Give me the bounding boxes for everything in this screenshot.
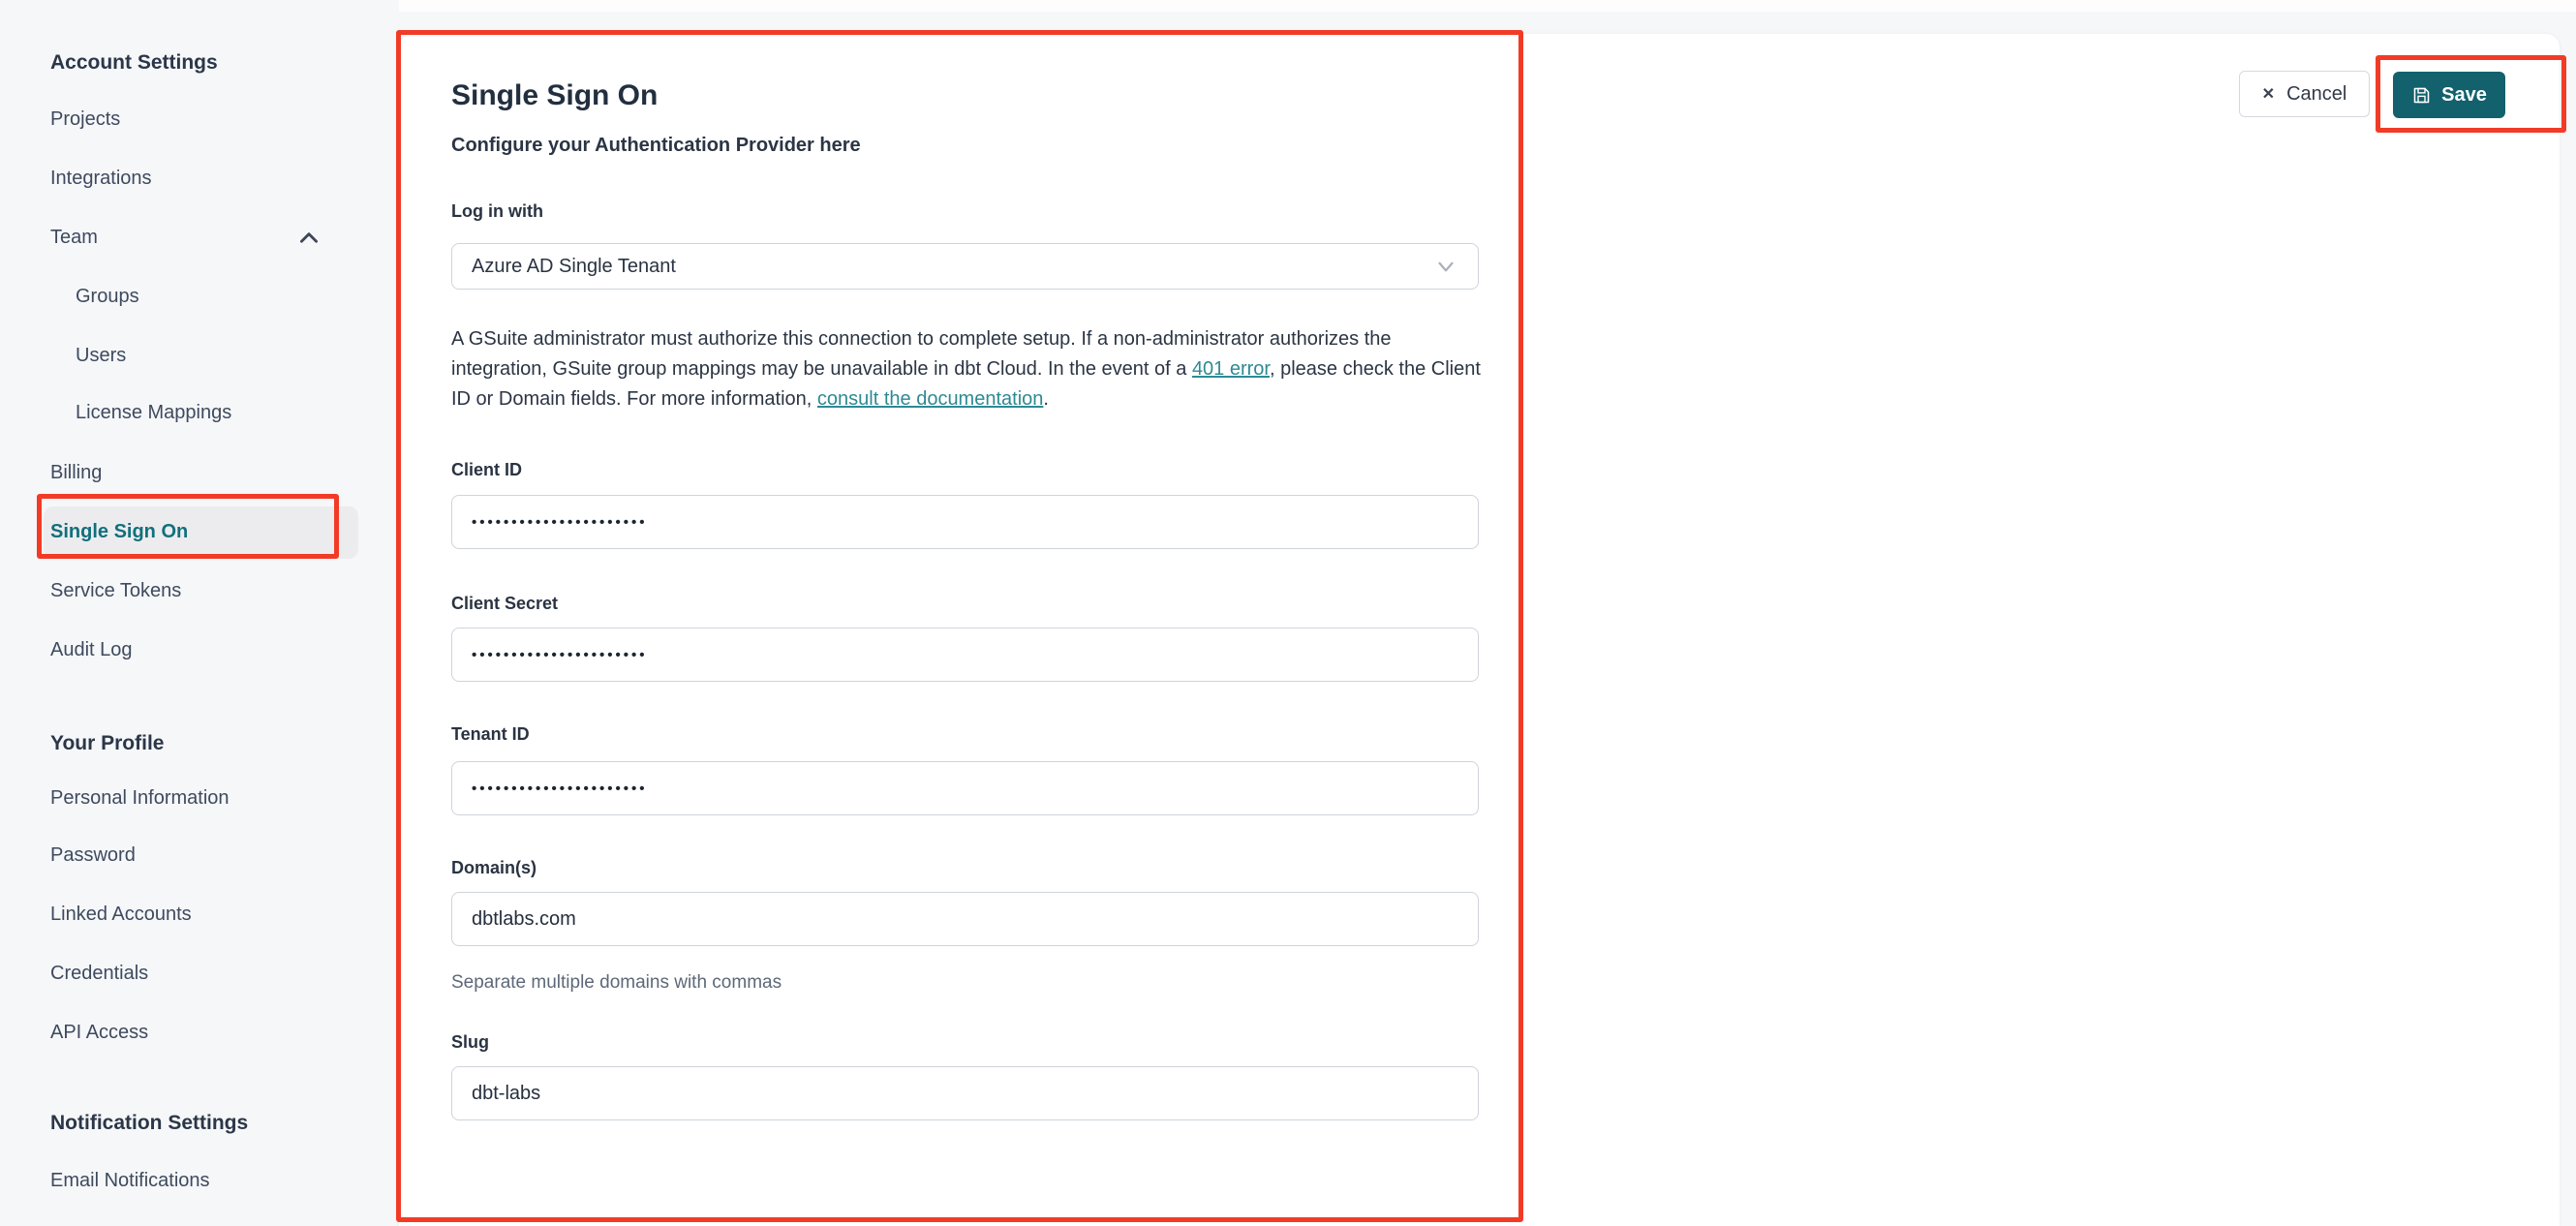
sidebar-header-notification-settings: Notification Settings — [50, 1112, 249, 1134]
sidebar-item-api-access[interactable]: API Access — [50, 1022, 148, 1044]
sidebar-item-license-mappings[interactable]: License Mappings — [76, 402, 231, 424]
sidebar-header-your-profile: Your Profile — [50, 732, 165, 754]
link-consult-documentation[interactable]: consult the documentation — [817, 388, 1044, 410]
save-button-label: Save — [2441, 83, 2487, 106]
notice-text-3: . — [1043, 388, 1049, 410]
gsuite-notice-text: A GSuite administrator must authorize th… — [451, 324, 1489, 414]
sidebar-item-billing[interactable]: Billing — [50, 462, 102, 484]
client-secret-label: Client Secret — [451, 594, 559, 613]
chevron-up-icon[interactable] — [294, 226, 323, 251]
save-button[interactable]: Save — [2393, 72, 2505, 118]
cancel-button-label: Cancel — [2286, 82, 2347, 105]
domains-label: Domain(s) — [451, 858, 537, 877]
sidebar-header-account-settings: Account Settings — [50, 51, 218, 74]
cancel-button[interactable]: ✕ Cancel — [2239, 71, 2370, 117]
sidebar-item-projects[interactable]: Projects — [50, 108, 120, 131]
sidebar-item-email-notifications[interactable]: Email Notifications — [50, 1170, 210, 1192]
sidebar-item-integrations[interactable]: Integrations — [50, 168, 152, 190]
login-with-selected-value: Azure AD Single Tenant — [472, 255, 676, 277]
floppy-disk-icon — [2411, 85, 2432, 106]
page-title: Single Sign On — [451, 79, 659, 111]
client-id-input[interactable] — [451, 495, 1479, 549]
client-id-label: Client ID — [451, 460, 523, 479]
link-401-error[interactable]: 401 error — [1192, 358, 1270, 380]
sidebar-item-linked-accounts[interactable]: Linked Accounts — [50, 904, 192, 926]
close-icon: ✕ — [2261, 86, 2276, 103]
page-subtitle: Configure your Authentication Provider h… — [451, 135, 861, 156]
login-with-select[interactable]: Azure AD Single Tenant — [451, 243, 1479, 290]
sidebar-item-credentials[interactable]: Credentials — [50, 963, 148, 985]
sidebar-item-audit-log[interactable]: Audit Log — [50, 639, 133, 661]
client-secret-input[interactable] — [451, 628, 1479, 682]
sidebar-item-team[interactable]: Team — [50, 227, 98, 249]
sidebar-item-users[interactable]: Users — [76, 345, 126, 367]
slug-label: Slug — [451, 1032, 489, 1052]
sidebar-item-personal-information[interactable]: Personal Information — [50, 787, 230, 810]
domains-helper-text: Separate multiple domains with commas — [451, 972, 782, 993]
settings-sidebar: Account Settings Projects Integrations T… — [0, 0, 399, 1226]
domains-input[interactable] — [451, 892, 1479, 946]
sidebar-item-service-tokens[interactable]: Service Tokens — [50, 580, 181, 602]
top-strip — [399, 0, 2576, 12]
login-with-label: Log in with — [451, 201, 543, 221]
tenant-id-label: Tenant ID — [451, 724, 530, 744]
sidebar-item-password[interactable]: Password — [50, 844, 136, 867]
sidebar-item-single-sign-on[interactable]: Single Sign On — [50, 521, 188, 543]
tenant-id-input[interactable] — [451, 761, 1479, 815]
single-sign-on-panel: Single Sign On Configure your Authentica… — [399, 34, 2560, 1226]
chevron-down-icon — [1433, 254, 1458, 279]
sidebar-item-groups[interactable]: Groups — [76, 286, 139, 308]
slug-input[interactable] — [451, 1066, 1479, 1120]
